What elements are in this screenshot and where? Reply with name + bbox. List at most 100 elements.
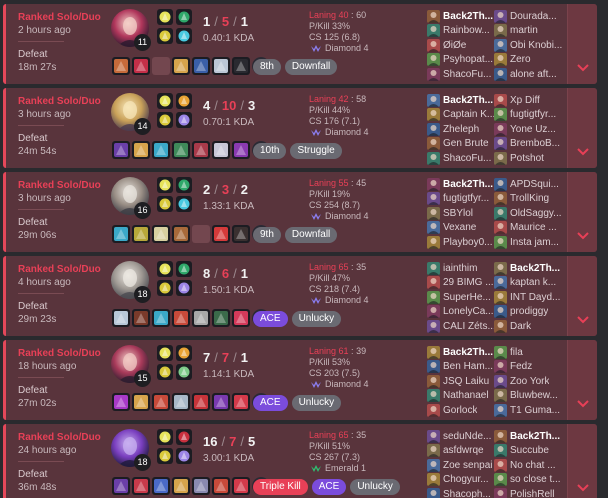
player-name[interactable]: Fedz — [510, 361, 532, 372]
player-row[interactable]: prodiggy — [494, 305, 568, 319]
item-icon[interactable] — [192, 141, 210, 159]
item-icon[interactable] — [232, 309, 250, 327]
player-name[interactable]: Potshot — [510, 153, 544, 164]
player-row[interactable]: kaptan k... — [494, 276, 568, 290]
player-name[interactable]: Rainbow... — [443, 25, 490, 36]
player-name[interactable]: fugtigtfyr... — [510, 109, 556, 120]
item-icon[interactable] — [212, 393, 230, 411]
player-row[interactable]: ØiØe — [427, 38, 501, 52]
player-row[interactable]: Zero — [494, 53, 568, 67]
player-name[interactable]: Zheleph — [443, 124, 479, 135]
player-name[interactable]: TrollKing — [510, 193, 549, 204]
badge-tag[interactable]: ACE — [253, 395, 288, 411]
player-row[interactable]: Succube — [494, 444, 568, 458]
match-card[interactable]: Ranked Solo/Duo 4 hours ago Defeat 29m 23s 1… — [3, 256, 597, 336]
player-name[interactable]: kaptan k... — [510, 277, 556, 288]
player-row[interactable]: Vexane — [427, 221, 501, 235]
expand-details-button[interactable] — [567, 340, 597, 420]
player-row[interactable]: Gen Brute — [427, 137, 501, 151]
player-name[interactable]: Nathanael — [443, 390, 489, 401]
player-name[interactable]: Gen Brute — [443, 138, 489, 149]
player-row[interactable]: Potshot — [494, 151, 568, 165]
player-name[interactable]: Playboy0... — [443, 237, 492, 248]
expand-details-button[interactable] — [567, 256, 597, 336]
item-icon[interactable] — [172, 309, 190, 327]
player-row[interactable]: Xp Diff — [494, 93, 568, 107]
player-row[interactable]: Back2Th... — [427, 9, 501, 23]
player-row[interactable]: Zoe senpai — [427, 458, 501, 472]
match-card[interactable]: Ranked Solo/Duo 24 hours ago Defeat 36m 48s… — [3, 424, 597, 498]
item-icon[interactable] — [192, 309, 210, 327]
item-icon[interactable] — [192, 393, 210, 411]
item-icon[interactable] — [132, 225, 150, 243]
player-name[interactable]: Back2Th... — [510, 263, 560, 274]
match-card[interactable]: Ranked Solo/Duo 3 hours ago Defeat 29m 06s 1… — [3, 172, 597, 252]
badge-tag[interactable]: Downfall — [284, 227, 338, 243]
player-name[interactable]: Zoe senpai — [443, 460, 492, 471]
item-icon[interactable] — [212, 225, 230, 243]
summoner-spell-icon[interactable] — [176, 9, 192, 25]
item-icon[interactable] — [172, 57, 190, 75]
item-icon[interactable] — [212, 309, 230, 327]
match-card[interactable]: Ranked Solo/Duo 3 hours ago Defeat 24m 54s 1… — [3, 88, 597, 168]
player-row[interactable]: SBYlol — [427, 206, 501, 220]
player-name[interactable]: Bluwbew... — [510, 390, 558, 401]
player-name[interactable]: Chogyur... — [443, 474, 489, 485]
player-row[interactable]: iainthim — [427, 261, 501, 275]
item-icon[interactable] — [172, 393, 190, 411]
player-row[interactable]: seduNde... — [427, 429, 501, 443]
player-name[interactable]: Yone Uz... — [510, 124, 556, 135]
player-row[interactable]: JSQ Laiku — [427, 374, 501, 388]
player-row[interactable]: Back2Th... — [427, 345, 501, 359]
player-name[interactable]: Ben Ham... — [443, 361, 493, 372]
player-row[interactable]: Captain K... — [427, 108, 501, 122]
summoner-spell-icon[interactable] — [176, 93, 192, 109]
player-row[interactable]: Chogyur... — [427, 473, 501, 487]
player-name[interactable]: prodiggy — [510, 306, 548, 317]
player-row[interactable]: Ben Ham... — [427, 360, 501, 374]
item-icon[interactable] — [132, 393, 150, 411]
summoner-spell-flash-icon[interactable] — [157, 429, 173, 445]
player-row[interactable]: Maurice ... — [494, 221, 568, 235]
match-card[interactable]: Ranked Solo/Duo 18 hours ago Defeat 27m 02s… — [3, 340, 597, 420]
player-name[interactable]: Vexane — [443, 222, 476, 233]
player-name[interactable]: Dourada... — [510, 11, 557, 22]
player-name[interactable]: Zoo York — [510, 376, 549, 387]
badge-tag[interactable]: Struggle — [290, 143, 342, 159]
player-row[interactable]: OldSaggy... — [494, 206, 568, 220]
summoner-spell-flash-icon[interactable] — [157, 261, 173, 277]
badge-tag[interactable]: Downfall — [284, 59, 338, 75]
player-row[interactable]: Gorlock — [427, 403, 501, 417]
item-icon[interactable] — [112, 225, 130, 243]
summoner-spell-icon[interactable] — [176, 345, 192, 361]
player-name[interactable]: PolishRell — [510, 489, 554, 498]
player-row[interactable]: No chat ... — [494, 458, 568, 472]
player-name[interactable]: alone aft... — [510, 69, 557, 80]
player-name[interactable]: Insta jam... — [510, 237, 559, 248]
player-name[interactable]: Psyhopat... — [443, 54, 493, 65]
item-icon[interactable] — [232, 57, 250, 75]
badge-tag[interactable]: 9th — [253, 227, 281, 243]
badge-tag[interactable]: 10th — [253, 143, 287, 159]
player-row[interactable]: APDSqui... — [494, 177, 568, 191]
secondary-rune-icon[interactable] — [176, 364, 192, 380]
item-icon[interactable] — [172, 141, 190, 159]
player-name[interactable]: Dark — [510, 321, 531, 332]
item-icon[interactable] — [112, 393, 130, 411]
secondary-rune-icon[interactable] — [176, 112, 192, 128]
player-name[interactable]: JSQ Laiku — [443, 376, 489, 387]
secondary-rune-icon[interactable] — [176, 28, 192, 44]
badge-tag[interactable]: Unlucky — [350, 479, 400, 495]
secondary-rune-icon[interactable] — [176, 196, 192, 212]
player-name[interactable]: INT Dayd... — [510, 292, 560, 303]
item-icon[interactable] — [192, 57, 210, 75]
player-name[interactable]: SuperHe... — [443, 292, 491, 303]
player-row[interactable]: fila — [494, 345, 568, 359]
player-row[interactable]: fugtigtfyr... — [427, 192, 501, 206]
player-row[interactable]: Insta jam... — [494, 235, 568, 249]
player-name[interactable]: SBYlol — [443, 208, 473, 219]
player-name[interactable]: so close t... — [510, 474, 561, 485]
summoner-spell-icon[interactable] — [176, 261, 192, 277]
player-row[interactable]: asfdwrqe — [427, 444, 501, 458]
player-row[interactable]: Fedz — [494, 360, 568, 374]
